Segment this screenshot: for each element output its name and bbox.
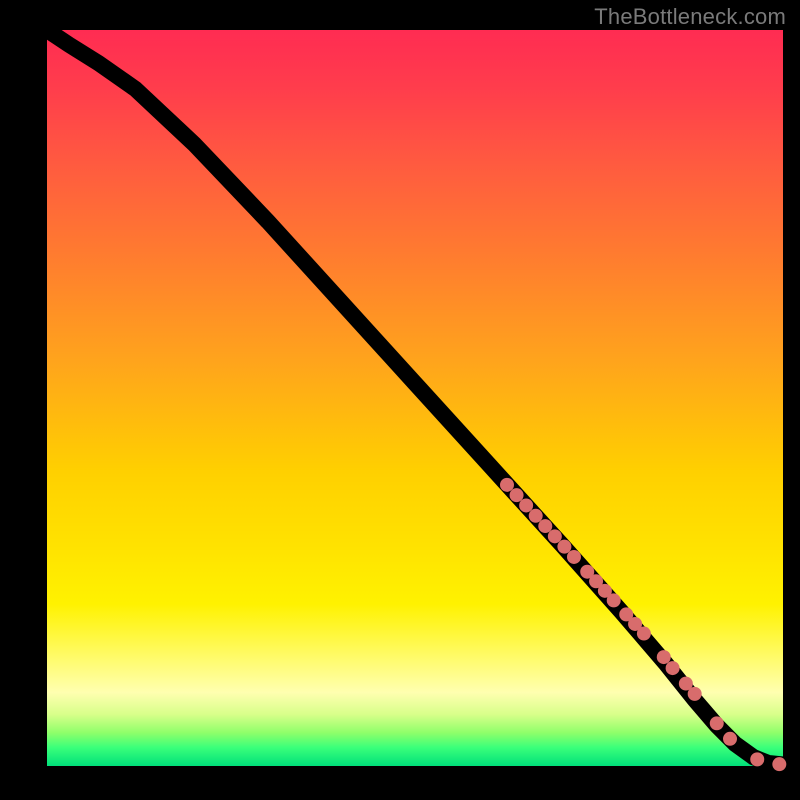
data-point bbox=[500, 478, 514, 492]
data-point bbox=[657, 650, 671, 664]
data-point bbox=[510, 488, 524, 502]
data-point bbox=[710, 716, 724, 730]
data-point bbox=[607, 593, 621, 607]
data-point bbox=[567, 550, 581, 564]
data-point bbox=[750, 752, 764, 766]
data-point bbox=[723, 732, 737, 746]
chart-svg bbox=[47, 30, 783, 766]
data-point bbox=[519, 498, 533, 512]
data-point bbox=[688, 687, 702, 701]
markers-group bbox=[500, 478, 786, 771]
data-point bbox=[548, 529, 562, 543]
data-point bbox=[637, 627, 651, 641]
watermark-label: TheBottleneck.com bbox=[594, 4, 786, 30]
curve-line bbox=[47, 30, 783, 765]
data-point bbox=[538, 519, 552, 533]
plot-area bbox=[47, 30, 783, 766]
data-point bbox=[557, 540, 571, 554]
data-point bbox=[666, 661, 680, 675]
data-point bbox=[772, 757, 786, 771]
chart-stage: TheBottleneck.com bbox=[0, 0, 800, 800]
data-point bbox=[529, 509, 543, 523]
